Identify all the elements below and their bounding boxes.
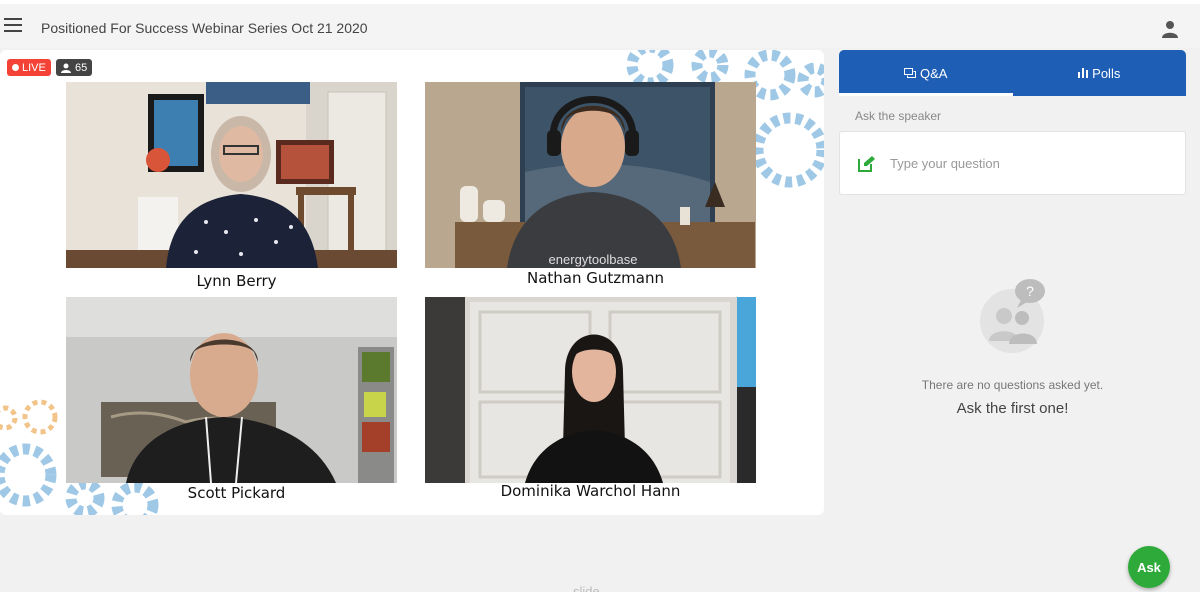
participant-name: Nathan Gutzmann	[527, 269, 664, 287]
viewer-count: 65	[75, 61, 88, 74]
chat-icon	[904, 67, 917, 78]
partial-slide-label: slide	[573, 584, 600, 592]
bar-chart-icon	[1078, 68, 1089, 78]
question-input[interactable]	[890, 155, 1170, 171]
live-label: LIVE	[22, 61, 46, 74]
no-questions-icon: ?	[980, 279, 1045, 353]
video-tile-dominika-warchol-hann[interactable]	[425, 297, 756, 483]
ask-speaker-label: Ask the speaker	[855, 109, 942, 123]
live-dot-icon	[12, 64, 19, 71]
empty-state-text: There are no questions asked yet.	[921, 378, 1104, 392]
tab-polls-label: Polls	[1092, 65, 1121, 81]
event-title: Positioned For Success Webinar Series Oc…	[41, 20, 368, 36]
participant-name: Scott Pickard	[187, 484, 286, 502]
tab-qa-label: Q&A	[920, 65, 948, 81]
video-tile-nathan-gutzmann[interactable]: energytoolbase	[425, 82, 756, 268]
participant-name: Lynn Berry	[196, 272, 277, 290]
tab-qa[interactable]: Q&A	[839, 50, 1013, 96]
user-profile-icon[interactable]	[1162, 20, 1178, 38]
hamburger-menu-icon[interactable]	[4, 18, 22, 32]
side-panel: Q&A Polls Ask the speaker	[839, 50, 1186, 195]
question-mark: ?	[1026, 283, 1034, 299]
question-box[interactable]	[839, 131, 1186, 195]
live-badge: LIVE	[7, 59, 51, 76]
video-stage: LIVE 65 Lynn Berry energytoolbase Nathan…	[0, 50, 824, 515]
video-tile-scott-pickard[interactable]	[66, 297, 397, 483]
participant-name: Dominika Warchol Hann	[500, 482, 681, 500]
top-bar: Positioned For Success Webinar Series Oc…	[0, 0, 1200, 48]
ask-button[interactable]: Ask	[1128, 546, 1170, 588]
shirt-logo-text: energytoolbase	[549, 252, 638, 267]
person-icon	[61, 63, 71, 73]
panel-tabs: Q&A Polls	[839, 50, 1186, 96]
empty-state-cta: Ask the first one!	[956, 400, 1069, 417]
compose-icon	[858, 155, 875, 172]
viewer-count-badge: 65	[56, 59, 93, 76]
video-tile-lynn-berry[interactable]	[66, 82, 397, 268]
tab-polls[interactable]: Polls	[1013, 50, 1187, 96]
